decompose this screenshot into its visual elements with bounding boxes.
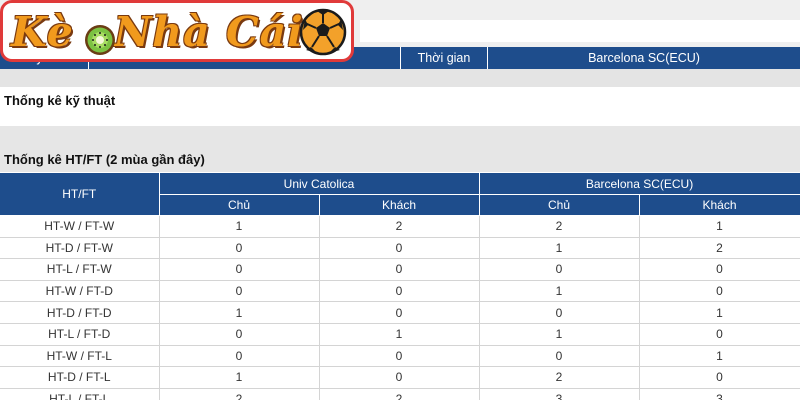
logo-text: Kè Nhà Cái (11, 7, 304, 57)
cell-value: 0 (478, 344, 640, 368)
table-row: HT-D / FT-W 0 0 1 2 (0, 236, 800, 260)
cell-value: 1 (318, 322, 480, 346)
row-label: HT-D / FT-W (0, 236, 160, 260)
cell-value: 2 (638, 236, 800, 260)
section-technical: Thống kê kỹ thuật (0, 87, 800, 114)
cell-value: 0 (318, 236, 480, 260)
cell-value: 0 (158, 258, 320, 281)
table-row: HT-L / FT-D 0 1 1 0 (0, 322, 800, 346)
section-title: Thống kê HT/FT (2 mùa gần đây) (4, 152, 205, 167)
cell-value: 0 (318, 344, 480, 368)
cell-value: 1 (478, 322, 640, 346)
header-away-team: Barcelona SC(ECU) (487, 47, 800, 69)
cell-value: 1 (478, 279, 640, 303)
cell-value: 3 (638, 387, 800, 400)
logo-text-left: Kè (11, 8, 74, 56)
cell-value: 2 (318, 387, 480, 400)
cell-value: 1 (638, 215, 800, 238)
sub-home: Chủ (158, 194, 320, 216)
section-htft: Thống kê HT/FT (2 mùa gần đây) (0, 147, 800, 172)
cell-value: 1 (158, 366, 320, 389)
cell-value: 0 (478, 301, 640, 324)
sub-away: Khách (318, 194, 480, 216)
logo-text-right: Nhà Cái (113, 8, 304, 56)
row-label: HT-D / FT-L (0, 366, 160, 389)
table-row: HT-W / FT-D 0 0 1 0 (0, 279, 800, 303)
team-home-header: Univ Catolica (158, 172, 480, 195)
site-logo[interactable]: Kè Nhà Cái (0, 0, 354, 62)
row-label: HT-W / FT-W (0, 215, 160, 238)
spacer (0, 69, 800, 87)
sub-away: Khách (638, 194, 800, 216)
cell-value: 1 (158, 301, 320, 324)
table-row: HT-L / FT-L 2 2 3 3 (0, 387, 800, 400)
section-title: Thống kê kỹ thuật (4, 93, 116, 108)
row-label: HT-W / FT-D (0, 279, 160, 303)
table-row: HT-W / FT-L 0 0 0 1 (0, 344, 800, 368)
cell-value: 1 (478, 236, 640, 260)
table-row: HT-D / FT-D 1 0 0 1 (0, 301, 800, 324)
cell-value: 2 (158, 387, 320, 400)
cell-value: 0 (318, 301, 480, 324)
spacer (0, 126, 800, 147)
cell-value: 0 (318, 279, 480, 303)
cell-value: 0 (158, 344, 320, 368)
kiwi-icon (85, 25, 115, 55)
cell-value: 2 (478, 366, 640, 389)
cell-value: 1 (638, 344, 800, 368)
cell-value: 0 (158, 322, 320, 346)
sub-home: Chủ (478, 194, 640, 216)
row-label: HT-W / FT-L (0, 344, 160, 368)
cell-value: 0 (158, 279, 320, 303)
col-htft: HT/FT (0, 172, 160, 216)
cell-value: 0 (478, 258, 640, 281)
cell-value: 1 (638, 301, 800, 324)
cell-value: 0 (158, 236, 320, 260)
table-row: HT-D / FT-L 1 0 2 0 (0, 366, 800, 389)
row-label: HT-L / FT-D (0, 322, 160, 346)
cell-value: 2 (478, 215, 640, 238)
team-away-header: Barcelona SC(ECU) (478, 172, 800, 195)
top-strip-white (360, 20, 800, 42)
cell-value: 0 (638, 366, 800, 389)
cell-value: 0 (638, 258, 800, 281)
cell-value: 0 (318, 258, 480, 281)
table-row: HT-W / FT-W 1 2 2 1 (0, 215, 800, 238)
htft-table: HT/FT Univ Catolica Barcelona SC(ECU) Ch… (0, 172, 800, 400)
header-time: Thời gian (400, 47, 487, 69)
cell-value: 0 (318, 366, 480, 389)
cell-value: 0 (638, 279, 800, 303)
row-label: HT-L / FT-L (0, 387, 160, 400)
cell-value: 3 (478, 387, 640, 400)
row-label: HT-L / FT-W (0, 258, 160, 281)
table-row: HT-L / FT-W 0 0 0 0 (0, 258, 800, 281)
cell-value: 0 (638, 322, 800, 346)
cell-value: 1 (158, 215, 320, 238)
soccer-ball-icon (299, 8, 347, 56)
row-label: HT-D / FT-D (0, 301, 160, 324)
cell-value: 2 (318, 215, 480, 238)
